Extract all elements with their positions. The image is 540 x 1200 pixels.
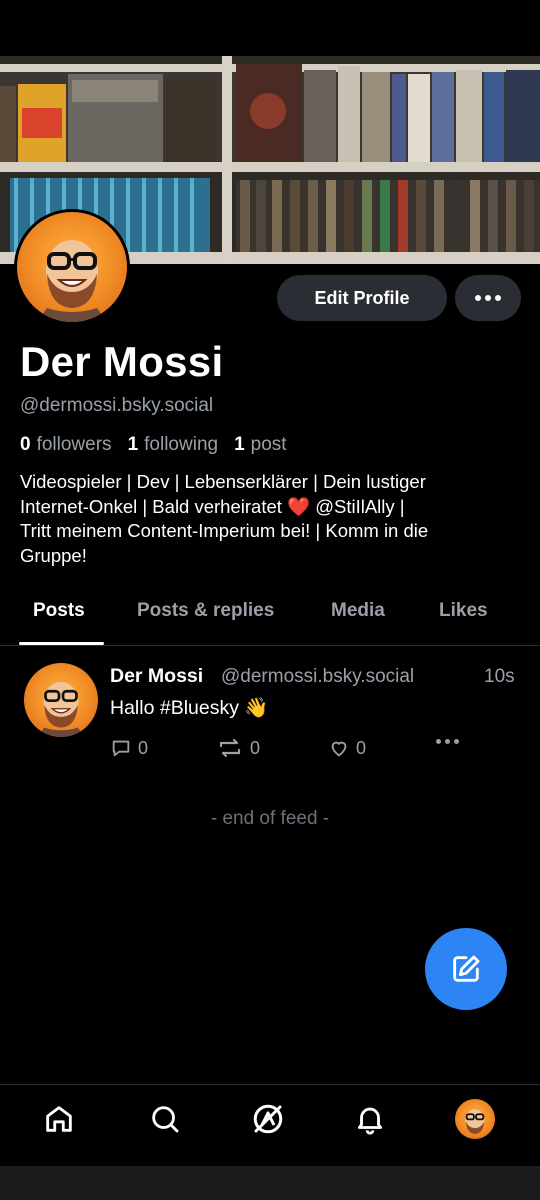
status-bar bbox=[0, 0, 540, 56]
posts-stat: 1 post bbox=[234, 434, 287, 456]
repost-count: 0 bbox=[250, 737, 261, 758]
nav-feeds[interactable] bbox=[248, 1099, 288, 1139]
feeds-icon bbox=[253, 1104, 283, 1134]
active-tab-indicator bbox=[19, 642, 104, 645]
tab-posts-replies[interactable]: Posts & replies bbox=[137, 600, 274, 622]
nav-profile[interactable] bbox=[455, 1099, 495, 1139]
followers-label: followers bbox=[36, 434, 112, 455]
heart-icon bbox=[331, 741, 347, 757]
reply-icon bbox=[112, 740, 130, 757]
tab-likes[interactable]: Likes bbox=[439, 600, 488, 622]
profile-more-button[interactable] bbox=[455, 275, 521, 321]
reply-count: 0 bbox=[138, 737, 149, 758]
post-more-button[interactable] bbox=[436, 739, 459, 744]
bio-line: Tritt meinem Content-Imperium bei! | Kom… bbox=[20, 520, 429, 541]
post-author-handle[interactable]: @dermossi.bsky.social bbox=[221, 666, 414, 688]
followers-link[interactable]: 0 followers bbox=[20, 434, 112, 456]
post-timestamp[interactable]: 10s bbox=[484, 666, 515, 688]
post-author-avatar[interactable] bbox=[24, 663, 98, 737]
profile-tabs: Posts Posts & replies Media Likes bbox=[0, 590, 540, 646]
following-link[interactable]: 1 following bbox=[128, 434, 219, 456]
bio-line: Videospieler | Dev | Lebenserklärer | De… bbox=[20, 471, 426, 492]
following-count: 1 bbox=[127, 434, 139, 455]
end-of-feed: - end of feed - bbox=[210, 808, 330, 829]
profile-bio: Videospieler | Dev | Lebenserklärer | De… bbox=[20, 470, 520, 568]
nav-notifications[interactable] bbox=[350, 1099, 390, 1139]
post-author-name[interactable]: Der Mossi bbox=[110, 665, 203, 688]
following-label: following bbox=[144, 434, 219, 455]
profile-stats: 0 followers 1 following 1 post bbox=[20, 434, 287, 456]
bottom-navigation bbox=[0, 1084, 540, 1166]
profile-avatar bbox=[455, 1099, 495, 1139]
notifications-icon bbox=[357, 1107, 383, 1135]
profile-avatar[interactable] bbox=[14, 209, 130, 325]
repost-icon bbox=[219, 738, 241, 758]
system-navigation-bar bbox=[0, 1166, 540, 1200]
posts-count: 1 bbox=[234, 434, 245, 455]
edit-profile-button[interactable]: Edit Profile bbox=[277, 275, 447, 321]
avatar-illustration bbox=[37, 681, 85, 737]
bio-line: Gruppe! bbox=[20, 544, 87, 566]
compose-icon bbox=[453, 955, 480, 982]
nav-home[interactable] bbox=[39, 1099, 79, 1139]
display-name: Der Mossi bbox=[20, 338, 224, 385]
bio-line: Internet-Onkel | Bald verheiratet ❤️ @St… bbox=[20, 495, 405, 517]
more-options-icon bbox=[475, 295, 501, 301]
repost-button[interactable]: 0 bbox=[216, 737, 260, 759]
tab-media[interactable]: Media bbox=[331, 600, 385, 622]
like-button[interactable]: 0 bbox=[328, 737, 366, 759]
more-options-icon bbox=[436, 739, 459, 744]
profile-handle: @dermossi.bsky.social bbox=[20, 395, 214, 416]
avatar-illustration bbox=[37, 240, 107, 322]
compose-button[interactable] bbox=[425, 928, 507, 1010]
tab-posts[interactable]: Posts bbox=[33, 600, 85, 622]
followers-count: 0 bbox=[20, 434, 31, 455]
nav-search[interactable] bbox=[145, 1099, 185, 1139]
posts-label: post bbox=[250, 434, 287, 455]
home-icon bbox=[46, 1106, 72, 1132]
like-count: 0 bbox=[356, 737, 367, 758]
avatar-illustration bbox=[465, 1109, 485, 1134]
post-text: Hallo #Bluesky 👋 bbox=[110, 697, 269, 719]
reply-button[interactable]: 0 bbox=[110, 737, 148, 759]
search-icon bbox=[152, 1106, 179, 1133]
